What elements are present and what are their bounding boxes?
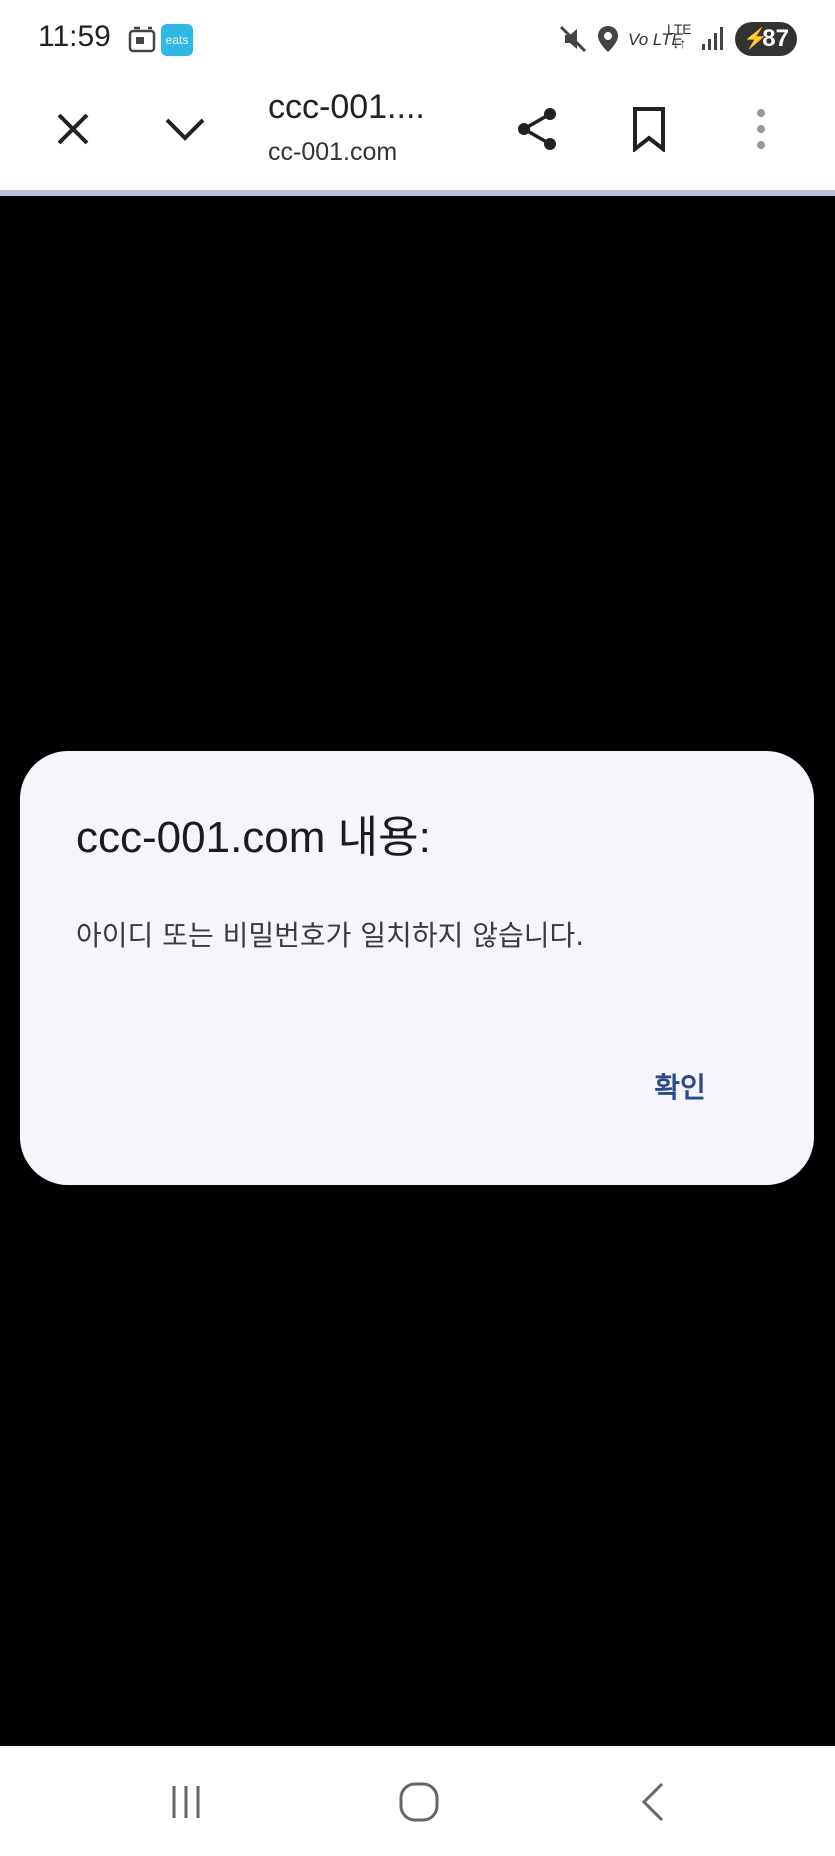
alert-dialog: ccc-001.com 내용: 아이디 또는 비밀번호가 일치하지 않습니다. … (20, 751, 814, 1185)
ok-button[interactable]: 확인 (630, 1061, 730, 1115)
system-nav-bar (0, 1746, 835, 1856)
dialog-message: 아이디 또는 비밀번호가 일치하지 않습니다. (76, 919, 585, 952)
more-options-button[interactable] (726, 96, 796, 166)
page-url[interactable]: cc-001.com (268, 138, 397, 167)
screenshot-icon (126, 24, 158, 60)
back-button[interactable] (623, 1776, 683, 1832)
lte-indicator: LTE ↓↑ (667, 21, 692, 51)
mute-icon (558, 24, 588, 58)
bookmark-button[interactable] (614, 96, 684, 166)
home-icon (398, 1781, 440, 1827)
location-icon (595, 24, 621, 58)
home-button[interactable] (389, 1776, 449, 1832)
signal-icon (700, 24, 726, 58)
recents-icon (166, 1782, 206, 1826)
eats-app-icon: eats (161, 24, 193, 56)
page-title: ccc-001.... (268, 88, 425, 126)
charging-icon: ⚡ (743, 28, 768, 50)
bookmark-icon (631, 106, 667, 156)
back-icon (638, 1781, 668, 1827)
status-bar: 11:59 eats Vo LTE LTE ↓↑ ⚡ 87 (0, 0, 835, 76)
more-vert-icon (754, 108, 768, 154)
close-icon (53, 109, 93, 153)
chevron-down-icon (163, 114, 207, 148)
recents-button[interactable] (156, 1776, 216, 1832)
status-time: 11:59 (38, 20, 111, 53)
minimize-button[interactable] (150, 96, 220, 166)
battery-indicator: ⚡ 87 (735, 22, 797, 56)
share-icon (514, 105, 562, 157)
close-button[interactable] (38, 96, 108, 166)
share-button[interactable] (503, 96, 573, 166)
dialog-title: ccc-001.com 내용: (76, 813, 431, 862)
